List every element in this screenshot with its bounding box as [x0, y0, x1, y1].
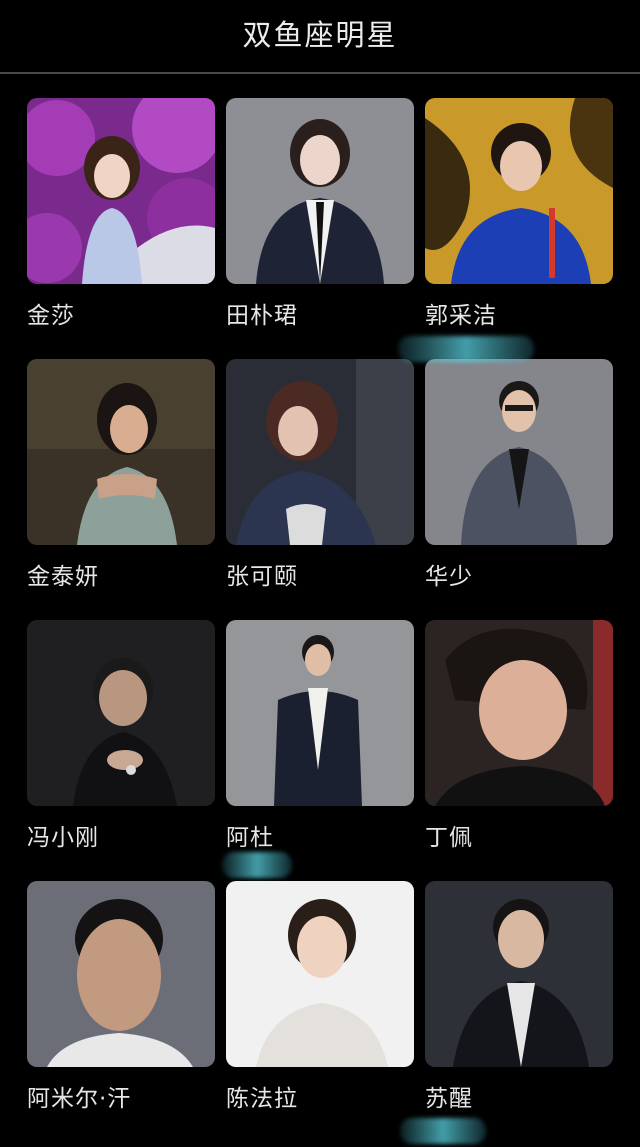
- star-name: 华少: [425, 564, 473, 590]
- star-name: 阿杜: [226, 825, 274, 851]
- star-card[interactable]: 苏醒: [425, 881, 613, 1113]
- smudge-mark: [398, 336, 534, 362]
- star-name: 阿米尔·汗: [27, 1086, 132, 1112]
- star-photo[interactable]: [27, 881, 215, 1067]
- smudge-mark: [400, 1118, 486, 1144]
- star-card[interactable]: 金泰妍: [27, 359, 215, 591]
- star-card[interactable]: 陈法拉: [226, 881, 414, 1113]
- star-photo[interactable]: [226, 359, 414, 545]
- star-photo[interactable]: [27, 98, 215, 284]
- star-name: 田朴珺: [226, 303, 298, 329]
- star-name: 丁佩: [425, 825, 473, 851]
- star-photo[interactable]: [425, 881, 613, 1067]
- star-photo[interactable]: [226, 98, 414, 284]
- star-name: 张可颐: [226, 564, 298, 590]
- star-photo[interactable]: [425, 359, 613, 545]
- star-card[interactable]: 田朴珺: [226, 98, 414, 330]
- star-card[interactable]: 郭采洁: [425, 98, 613, 330]
- star-name: 陈法拉: [226, 1086, 298, 1112]
- smudge-mark: [222, 852, 292, 878]
- star-photo[interactable]: [226, 620, 414, 806]
- star-card[interactable]: 金莎: [27, 98, 215, 330]
- star-card[interactable]: 阿杜: [226, 620, 414, 852]
- star-photo[interactable]: [27, 620, 215, 806]
- star-name: 金泰妍: [27, 564, 99, 590]
- star-photo[interactable]: [425, 98, 613, 284]
- star-card[interactable]: 华少: [425, 359, 613, 591]
- star-photo[interactable]: [27, 359, 215, 545]
- star-name: 冯小刚: [27, 825, 99, 851]
- star-grid: 金莎 田朴珺 郭采洁 金泰妍 张可颐 华少 冯小刚 阿杜 丁佩 阿米尔·汗 陈法…: [0, 0, 640, 1147]
- star-card[interactable]: 丁佩: [425, 620, 613, 852]
- star-card[interactable]: 张可颐: [226, 359, 414, 591]
- star-name: 金莎: [27, 303, 75, 329]
- star-photo[interactable]: [226, 881, 414, 1067]
- star-photo[interactable]: [425, 620, 613, 806]
- star-card[interactable]: 冯小刚: [27, 620, 215, 852]
- star-name: 郭采洁: [425, 303, 497, 329]
- star-card[interactable]: 阿米尔·汗: [27, 881, 215, 1113]
- star-name: 苏醒: [425, 1086, 473, 1112]
